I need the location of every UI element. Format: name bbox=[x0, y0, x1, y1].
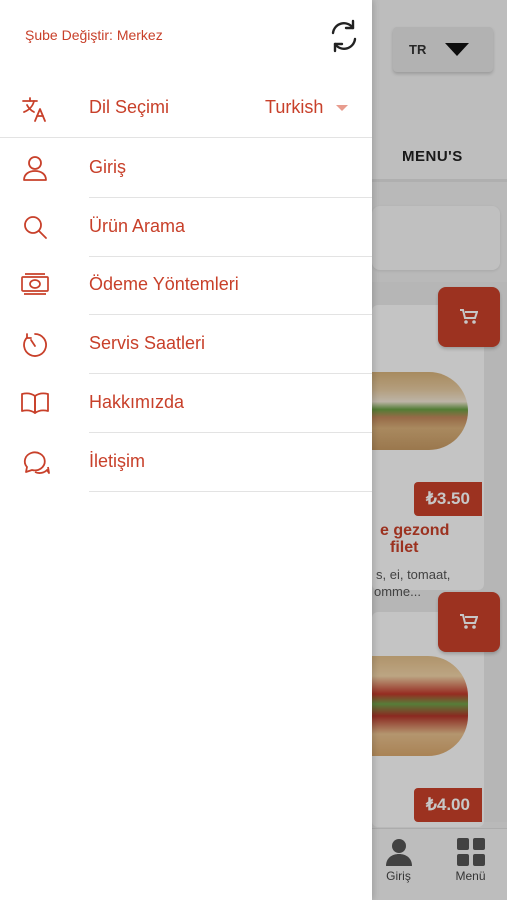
drawer-scrim[interactable] bbox=[372, 0, 507, 900]
user-icon bbox=[20, 153, 50, 183]
menu-item-label: Ürün Arama bbox=[89, 216, 186, 236]
menu-item-service-hours[interactable]: Servis Saatleri bbox=[0, 315, 372, 374]
menu-item-label: Ödeme Yöntemleri bbox=[89, 274, 239, 294]
refresh-button[interactable] bbox=[324, 16, 364, 56]
branch-switch-label[interactable]: Şube Değiştir: Merkez bbox=[25, 27, 163, 43]
caret-down-icon bbox=[336, 105, 348, 111]
menu-item-login[interactable]: Giriş bbox=[0, 139, 372, 198]
timer-icon bbox=[20, 329, 50, 359]
divider bbox=[89, 491, 372, 492]
menu-item-contact[interactable]: İletişim bbox=[0, 433, 372, 492]
translate-icon bbox=[20, 94, 50, 124]
chat-icon bbox=[20, 447, 50, 477]
language-label: Dil Seçimi bbox=[89, 97, 170, 117]
menu-item-about-us[interactable]: Hakkımızda bbox=[0, 374, 372, 433]
menu-item-payment-methods[interactable]: Ödeme Yöntemleri bbox=[0, 256, 372, 315]
menu-item-label: Servis Saatleri bbox=[89, 333, 206, 353]
menu-item-label: Giriş bbox=[89, 157, 126, 177]
search-icon bbox=[20, 212, 50, 242]
menu-item-product-search[interactable]: Ürün Arama bbox=[0, 198, 372, 257]
language-value[interactable]: Turkish bbox=[265, 97, 323, 118]
side-drawer: Şube Değiştir: Merkez Dil Seçimi Turkish… bbox=[0, 0, 372, 900]
money-icon bbox=[20, 270, 50, 300]
menu-item-label: İletişim bbox=[89, 451, 146, 471]
refresh-icon bbox=[331, 19, 357, 53]
menu-item-label: Hakkımızda bbox=[89, 392, 185, 412]
book-icon bbox=[20, 388, 50, 418]
